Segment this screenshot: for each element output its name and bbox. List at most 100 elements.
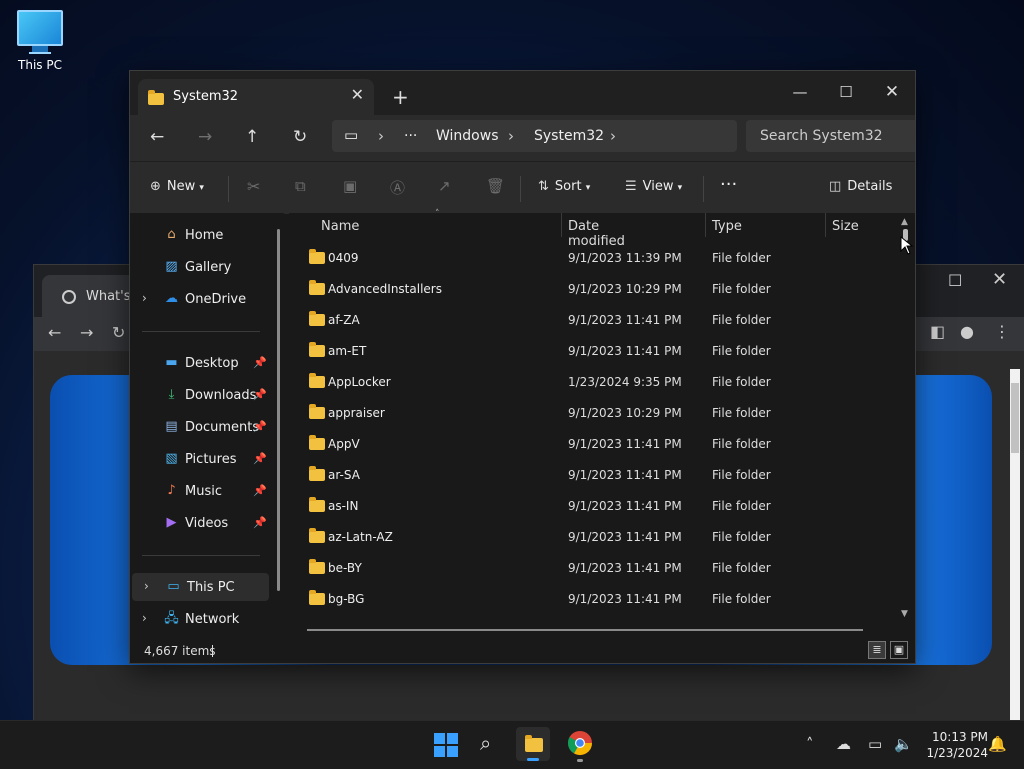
close-icon[interactable]: ✕ bbox=[992, 269, 1007, 290]
new-tab-icon[interactable]: + bbox=[392, 85, 409, 109]
chevron-right-icon[interactable]: › bbox=[508, 127, 514, 145]
volume-icon[interactable]: 🔈 bbox=[894, 735, 913, 753]
scroll-thumb[interactable] bbox=[1011, 383, 1019, 453]
table-row[interactable]: AdvancedInstallers 9/1/2023 10:29 PM File … bbox=[289, 274, 889, 305]
search-input[interactable]: Search System32 bbox=[746, 120, 915, 152]
nav-network[interactable]: › 🖧 Network bbox=[130, 605, 270, 633]
nav-documents[interactable]: ▤ Documents 📌 bbox=[130, 413, 270, 441]
sort-button[interactable]: ⇅ Sort ▾ bbox=[538, 179, 590, 194]
minimize-icon[interactable]: — bbox=[777, 77, 823, 107]
file-date: 9/1/2023 11:41 PM bbox=[568, 468, 682, 482]
folder-icon bbox=[525, 735, 543, 752]
up-icon[interactable]: ↑ bbox=[245, 127, 259, 147]
refresh-icon[interactable]: ↻ bbox=[293, 127, 307, 147]
taskbar-file-explorer[interactable] bbox=[516, 727, 550, 761]
reload-icon[interactable]: ↻ bbox=[112, 323, 125, 342]
back-icon[interactable]: ← bbox=[150, 127, 164, 147]
table-row[interactable]: bg-BG 9/1/2023 11:41 PM File folder bbox=[289, 584, 889, 615]
maximize-icon[interactable]: ☐ bbox=[823, 77, 869, 107]
nav-home[interactable]: ⌂ Home bbox=[130, 221, 270, 249]
table-row[interactable]: be-BY 9/1/2023 11:41 PM File folder bbox=[289, 553, 889, 584]
details-button[interactable]: ◫ Details bbox=[829, 179, 892, 194]
nav-music[interactable]: ♪ Music 📌 bbox=[130, 477, 270, 505]
nav-this-pc[interactable]: › ▭ This PC bbox=[132, 573, 269, 601]
chevron-right-icon[interactable]: › bbox=[142, 611, 147, 625]
nav-gallery[interactable]: ▨ Gallery bbox=[130, 253, 270, 281]
more-icon[interactable]: ··· bbox=[404, 128, 417, 144]
chevron-right-icon[interactable]: › bbox=[378, 127, 384, 145]
table-row[interactable]: ar-SA 9/1/2023 11:41 PM File folder bbox=[289, 460, 889, 491]
file-type: File folder bbox=[712, 592, 771, 606]
file-date: 9/1/2023 11:41 PM bbox=[568, 499, 682, 513]
file-type: File folder bbox=[712, 313, 771, 327]
share-icon[interactable]: ↗ bbox=[438, 177, 451, 195]
view-button[interactable]: ☰ View ▾ bbox=[625, 179, 682, 194]
table-row[interactable]: 0409 9/1/2023 11:39 PM File folder bbox=[289, 243, 889, 274]
clock[interactable]: 10:13 PM 1/23/2024 bbox=[918, 729, 988, 761]
nav-pictures[interactable]: ▧ Pictures 📌 bbox=[130, 445, 270, 473]
maximize-icon[interactable]: ☐ bbox=[948, 271, 962, 290]
chevron-right-icon[interactable]: › bbox=[144, 579, 149, 593]
nav-label: Pictures bbox=[185, 452, 237, 467]
nav-downloads[interactable]: ⤓ Downloads 📌 bbox=[130, 381, 270, 409]
file-date: 9/1/2023 11:41 PM bbox=[568, 592, 682, 606]
chrome-scrollbar[interactable] bbox=[1010, 369, 1020, 721]
nav-onedrive[interactable]: › ☁ OneDrive bbox=[130, 285, 270, 313]
scroll-up-icon[interactable]: ▲ bbox=[901, 217, 908, 227]
column-divider[interactable] bbox=[561, 213, 562, 237]
network-icon[interactable]: ▭ bbox=[868, 735, 882, 753]
chevron-right-icon[interactable]: › bbox=[142, 291, 147, 305]
rename-icon[interactable]: Ⓐ bbox=[390, 177, 405, 198]
onedrive-icon[interactable]: ☁ bbox=[836, 735, 851, 753]
back-icon[interactable]: ← bbox=[48, 323, 61, 342]
explorer-tab[interactable]: System32 ✕ bbox=[138, 79, 374, 115]
chevron-right-icon[interactable]: › bbox=[610, 127, 616, 145]
folder-icon bbox=[309, 559, 325, 574]
desktop-icon-this-pc[interactable]: This PC bbox=[12, 10, 68, 72]
notification-bell-icon[interactable]: 🔔 bbox=[988, 735, 1007, 753]
delete-icon[interactable]: 🗑 bbox=[486, 177, 505, 195]
copy-icon[interactable]: ⧉ bbox=[295, 177, 306, 195]
file-explorer-window[interactable]: System32 ✕ + — ☐ ✕ ← → ↑ ↻ ▭ › ··· Windo… bbox=[129, 70, 916, 664]
details-view-icon[interactable]: ≣ bbox=[868, 641, 886, 659]
monitor-base bbox=[29, 52, 51, 54]
scroll-down-icon[interactable]: ▼ bbox=[901, 609, 908, 619]
sidepanel-icon[interactable]: ◧ bbox=[930, 322, 945, 341]
tab-close-icon[interactable]: ✕ bbox=[351, 85, 364, 104]
nav-desktop[interactable]: ▬ Desktop 📌 bbox=[130, 349, 270, 377]
close-icon[interactable]: ✕ bbox=[869, 77, 915, 107]
search-icon[interactable]: ⌕ bbox=[480, 731, 491, 755]
menu-icon[interactable]: ⋮ bbox=[994, 322, 1010, 341]
address-bar[interactable]: ▭ › ··· Windows › System32 › bbox=[332, 120, 737, 152]
cut-icon[interactable]: ✂ bbox=[247, 177, 260, 196]
table-row[interactable]: AppLocker 1/23/2024 9:35 PM File folder bbox=[289, 367, 889, 398]
breadcrumb-system32[interactable]: System32 bbox=[534, 128, 604, 144]
table-row[interactable]: appraiser 9/1/2023 10:29 PM File folder bbox=[289, 398, 889, 429]
table-row[interactable]: af-ZA 9/1/2023 11:41 PM File folder bbox=[289, 305, 889, 336]
paste-icon[interactable]: ▣ bbox=[343, 177, 357, 195]
horizontal-scrollbar[interactable] bbox=[307, 629, 863, 631]
breadcrumb-windows[interactable]: Windows bbox=[436, 128, 499, 144]
table-row[interactable]: am-ET 9/1/2023 11:41 PM File folder bbox=[289, 336, 889, 367]
divider bbox=[228, 176, 229, 202]
explorer-navbar: ← → ↑ ↻ ▭ › ··· Windows › System32 › Sea… bbox=[130, 115, 915, 161]
table-row[interactable]: AppV 9/1/2023 11:41 PM File folder bbox=[289, 429, 889, 460]
table-row[interactable]: az-Latn-AZ 9/1/2023 11:41 PM File folder bbox=[289, 522, 889, 553]
forward-icon[interactable]: → bbox=[198, 127, 212, 147]
taskbar-chrome[interactable] bbox=[563, 727, 597, 762]
table-row[interactable]: as-IN 9/1/2023 11:41 PM File folder bbox=[289, 491, 889, 522]
profile-icon[interactable]: ● bbox=[960, 322, 974, 341]
nav-scrollbar[interactable] bbox=[277, 229, 280, 591]
file-type: File folder bbox=[712, 437, 771, 451]
forward-icon[interactable]: → bbox=[80, 323, 93, 342]
new-button[interactable]: ⊕ New ▾ bbox=[150, 179, 204, 194]
chevron-up-icon[interactable]: ˄ bbox=[806, 735, 814, 753]
start-button[interactable] bbox=[434, 733, 458, 757]
nav-videos[interactable]: ▶ Videos 📌 bbox=[130, 509, 270, 537]
tiles-view-icon[interactable]: ▣ bbox=[890, 641, 908, 659]
column-divider[interactable] bbox=[825, 213, 826, 237]
column-divider[interactable] bbox=[705, 213, 706, 237]
file-name: appraiser bbox=[328, 406, 385, 420]
chevron-down-icon: ▾ bbox=[677, 183, 683, 193]
more-options-icon[interactable]: ··· bbox=[720, 174, 737, 195]
